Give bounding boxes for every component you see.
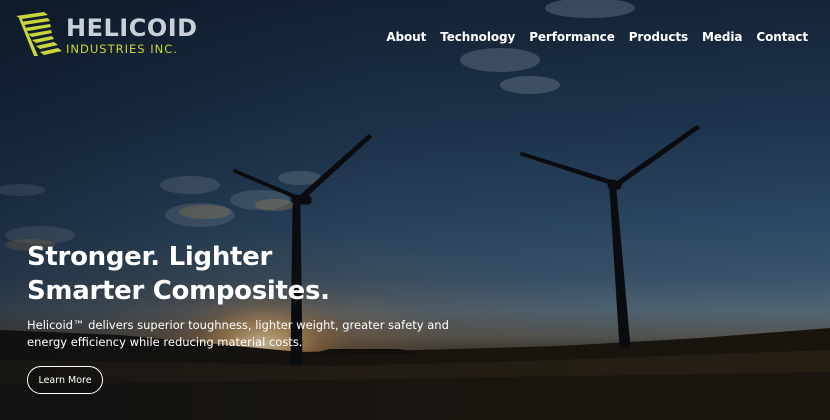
nav-item-technology[interactable]: Technology [440, 30, 515, 44]
learn-more-button[interactable]: Learn More [27, 366, 103, 394]
brand-name: HELICOID [66, 13, 198, 42]
nav-item-products[interactable]: Products [629, 30, 688, 44]
nav-item-media[interactable]: Media [702, 30, 742, 44]
hero-headline: Stronger. Lighter Smarter Composites. [27, 240, 330, 308]
nav-item-performance[interactable]: Performance [529, 30, 615, 44]
main-nav: About Technology Performance Products Me… [386, 30, 808, 44]
hero-dark-overlay [0, 0, 830, 420]
nav-item-about[interactable]: About [386, 30, 426, 44]
hero-headline-line-1: Stronger. Lighter [27, 242, 273, 272]
brand-tagline: INDUSTRIES INC. [66, 41, 178, 56]
hero-description: Helicoid™ delivers superior toughness, l… [27, 318, 449, 349]
hero-headline-line-2: Smarter Composites. [27, 276, 330, 306]
nav-item-contact[interactable]: Contact [756, 30, 808, 44]
hero-section: HELICOID INDUSTRIES INC. About Technolog… [0, 0, 830, 420]
helicoid-logo-icon [16, 12, 62, 56]
brand-wordmark: HELICOID INDUSTRIES INC. [66, 15, 198, 56]
brand-logo[interactable]: HELICOID INDUSTRIES INC. [14, 12, 198, 58]
